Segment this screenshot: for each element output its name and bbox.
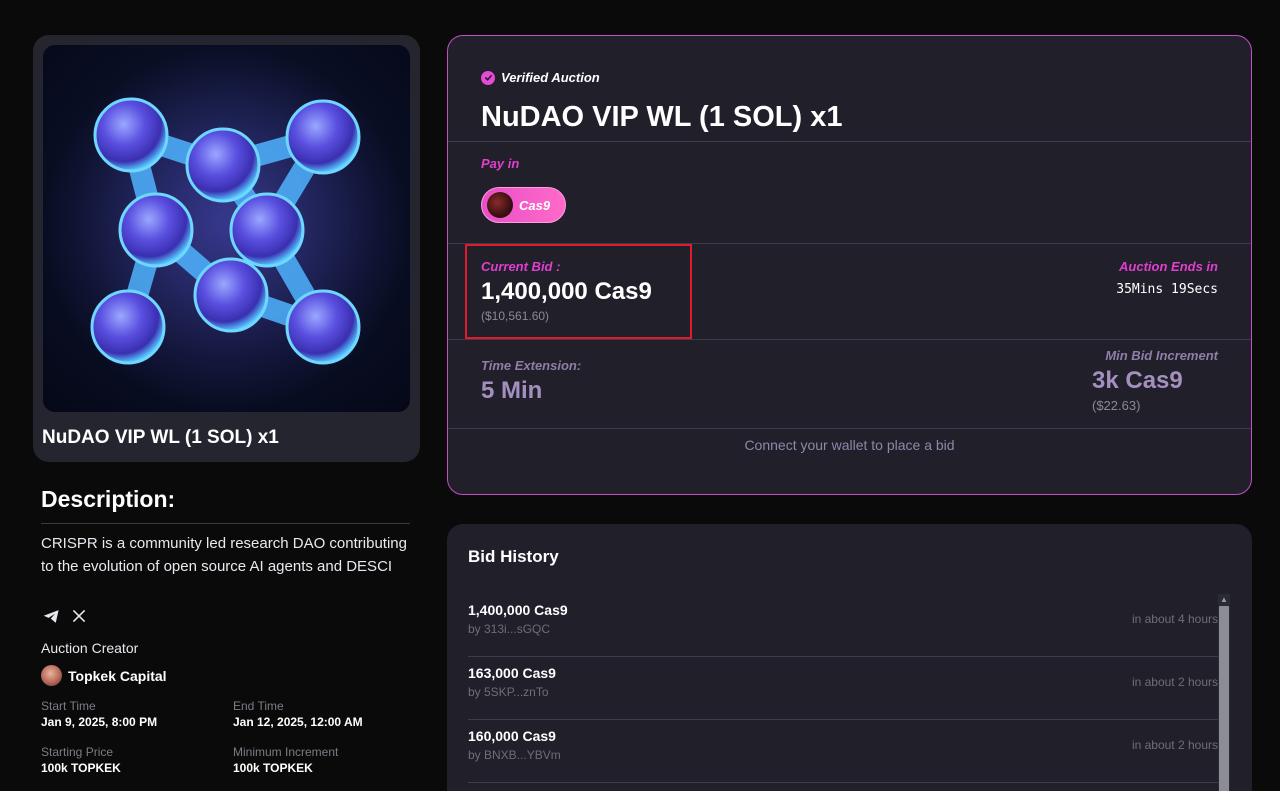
divider [41, 523, 410, 524]
description-heading: Description: [41, 486, 176, 512]
auction-title: NuDAO VIP WL (1 SOL) x1 [481, 101, 843, 133]
nft-image [43, 45, 410, 412]
bid-time: in about 4 hours [1131, 612, 1218, 626]
bid-history-title: Bid History [468, 547, 559, 566]
verified-label: Verified Auction [501, 70, 600, 85]
bid-bidder: by BNXB...YBVm [468, 748, 561, 762]
connect-wallet-link[interactable]: Connect your wallet to place a bid [448, 437, 1251, 453]
time-extension-label: Time Extension: [481, 358, 582, 373]
start-time-label: Start Time [41, 699, 96, 713]
auction-ends-countdown: 35Mins 19Secs [1116, 282, 1218, 297]
token-label: Cas9 [519, 197, 551, 213]
auction-ends-label: Auction Ends in [1119, 259, 1218, 274]
min-bid-increment-value: 3k Cas9 [1092, 367, 1183, 394]
bid-row: 1,400,000 Cas9 by 313i...sGQC in about 4… [468, 594, 1218, 657]
start-time: Start Time Jan 9, 2025, 8:00 PM [41, 699, 157, 729]
end-time-label: End Time [233, 699, 284, 713]
starting-price: Starting Price 100k TOPKEK [41, 745, 121, 775]
auction-creator-label: Auction Creator [41, 640, 139, 656]
bid-amount: 1,400,000 Cas9 [468, 602, 568, 618]
minimum-increment-label: Minimum Increment [233, 745, 339, 759]
bid-row: 160,000 Cas9 by BNXB...YBVm in about 2 h… [468, 720, 1218, 783]
starting-price-value: 100k TOPKEK [41, 761, 121, 775]
bid-history-panel: Bid History 1,400,000 Cas9 by 313i...sGQ… [447, 524, 1252, 791]
min-bid-increment-label: Min Bid Increment [1105, 348, 1218, 363]
end-time-value: Jan 12, 2025, 12:00 AM [233, 715, 363, 729]
token-icon [487, 192, 513, 218]
minimum-increment-value: 100k TOPKEK [233, 761, 313, 775]
bid-time: in about 2 hours [1131, 675, 1218, 689]
bid-bidder: by 313i...sGQC [468, 622, 551, 636]
auction-panel: Verified Auction NuDAO VIP WL (1 SOL) x1… [447, 35, 1252, 495]
check-icon [481, 70, 495, 85]
avatar [41, 665, 62, 686]
min-bid-increment-usd: ($22.63) [1092, 398, 1141, 413]
bid-amount: 163,000 Cas9 [468, 665, 556, 681]
pay-in-label: Pay in [481, 156, 520, 171]
bid-list: 1,400,000 Cas9 by 313i...sGQC in about 4… [468, 594, 1218, 783]
current-bid-usd: ($10,561.60) [481, 309, 550, 323]
x-icon[interactable] [70, 607, 88, 625]
scroll-thumb[interactable] [1219, 606, 1229, 791]
divider [448, 428, 1251, 429]
minimum-increment: Minimum Increment 100k TOPKEK [233, 745, 338, 775]
nft-card: NuDAO VIP WL (1 SOL) x1 [33, 35, 420, 462]
current-bid-label: Current Bid : [481, 259, 561, 274]
scroll-up-icon[interactable]: ▲ [1218, 594, 1230, 606]
auction-creator[interactable]: Topkek Capital [41, 665, 167, 686]
starting-price-label: Starting Price [41, 745, 114, 759]
current-bid-value: 1,400,000 Cas9 [481, 278, 652, 305]
nft-artwork [43, 45, 410, 412]
creator-name[interactable]: Topkek Capital [68, 668, 167, 684]
description-text: CRISPR is a community led research DAO c… [41, 535, 407, 575]
start-time-value: Jan 9, 2025, 8:00 PM [41, 715, 158, 729]
bid-bidder: by 5SKP...znTo [468, 685, 549, 699]
end-time: End Time Jan 12, 2025, 12:00 AM [233, 699, 363, 729]
bid-amount: 160,000 Cas9 [468, 728, 556, 744]
bid-time: in about 2 hours [1131, 738, 1218, 752]
bid-row: 163,000 Cas9 by 5SKP...znTo in about 2 h… [468, 657, 1218, 720]
divider [448, 141, 1251, 142]
bid-history-scrollbar[interactable]: ▲ [1218, 594, 1230, 791]
divider [448, 339, 1251, 340]
nft-title: NuDAO VIP WL (1 SOL) x1 [42, 427, 279, 448]
verified-badge: Verified Auction [481, 70, 600, 85]
telegram-icon[interactable] [42, 607, 60, 625]
social-links [42, 607, 88, 625]
token-pill[interactable]: Cas9 [481, 187, 566, 223]
time-extension-value: 5 Min [481, 377, 543, 404]
